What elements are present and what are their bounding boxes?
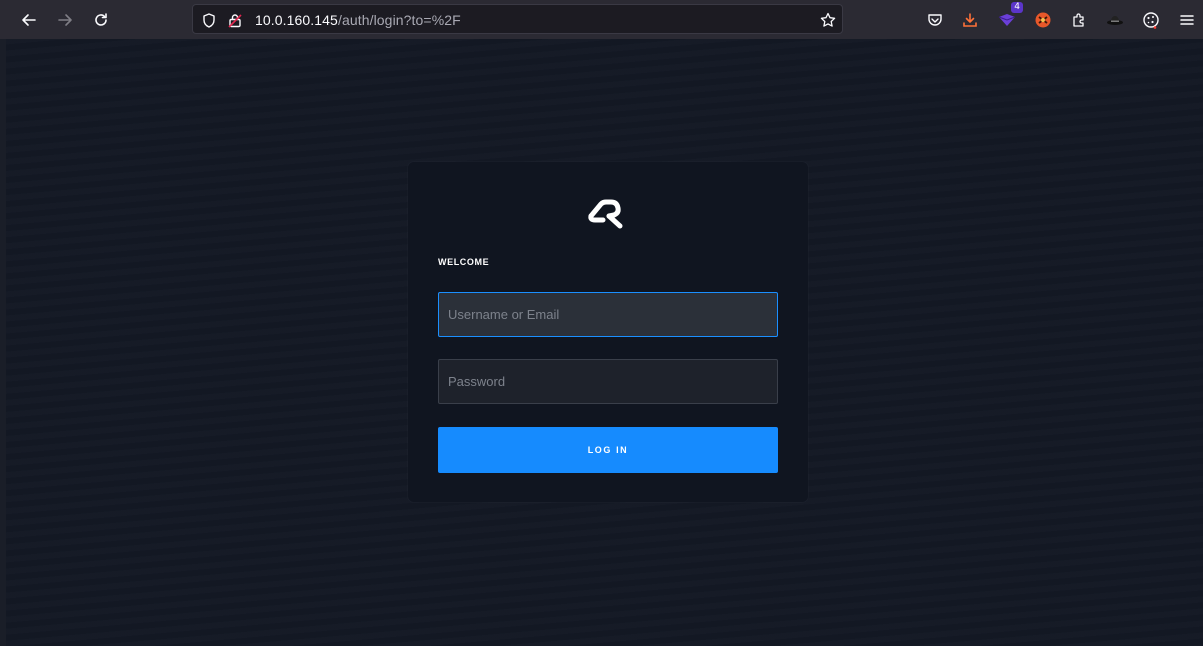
cookie-icon xyxy=(1143,12,1159,29)
bookmark-star-icon[interactable] xyxy=(819,11,837,29)
back-icon xyxy=(22,14,36,26)
welcome-heading: WELCOME xyxy=(438,257,490,267)
insecure-lock-icon[interactable] xyxy=(226,11,244,29)
password-input[interactable] xyxy=(438,359,778,404)
menu-button[interactable] xyxy=(1174,7,1200,33)
url-path: /auth/login?to=%2F xyxy=(337,12,461,28)
reload-button[interactable] xyxy=(88,7,114,33)
forward-button[interactable] xyxy=(52,7,78,33)
extension-orange-button[interactable] xyxy=(1030,7,1056,33)
cookie-extension-button[interactable] xyxy=(1138,7,1164,33)
extension-purple-button[interactable]: 4 xyxy=(994,2,1023,33)
extensions-puzzle-icon xyxy=(1073,13,1084,27)
download-icon xyxy=(963,13,977,27)
login-button[interactable]: LOG IN xyxy=(438,427,778,473)
hat-icon xyxy=(1107,16,1123,25)
reload-icon xyxy=(95,13,107,26)
left-edge-strip xyxy=(0,39,6,646)
url-bar[interactable]: 10.0.160.145/auth/login?to=%2F xyxy=(192,4,843,34)
username-input[interactable] xyxy=(438,292,778,337)
login-card: WELCOME LOG IN xyxy=(408,162,808,502)
extension-badge: 4 xyxy=(1011,2,1023,13)
hat-extension-button[interactable] xyxy=(1102,7,1128,33)
app-logo xyxy=(588,199,623,229)
forward-icon xyxy=(58,14,72,26)
url-text[interactable]: 10.0.160.145/auth/login?to=%2F xyxy=(255,12,461,28)
downloads-button[interactable] xyxy=(957,7,983,33)
extension-orange-icon xyxy=(1035,12,1051,28)
extensions-button[interactable] xyxy=(1066,7,1092,33)
page-content: WELCOME LOG IN xyxy=(0,39,1203,646)
menu-icon xyxy=(1180,15,1194,25)
browser-toolbar: 10.0.160.145/auth/login?to=%2F 4 xyxy=(0,0,1203,39)
browser-window: 10.0.160.145/auth/login?to=%2F 4 WELCOME… xyxy=(0,0,1203,646)
url-host: 10.0.160.145 xyxy=(255,12,338,28)
pocket-button[interactable] xyxy=(922,7,948,33)
shield-icon[interactable] xyxy=(200,11,218,29)
extension-purple-icon xyxy=(998,14,1016,26)
back-button[interactable] xyxy=(16,7,42,33)
pocket-icon xyxy=(928,14,942,26)
